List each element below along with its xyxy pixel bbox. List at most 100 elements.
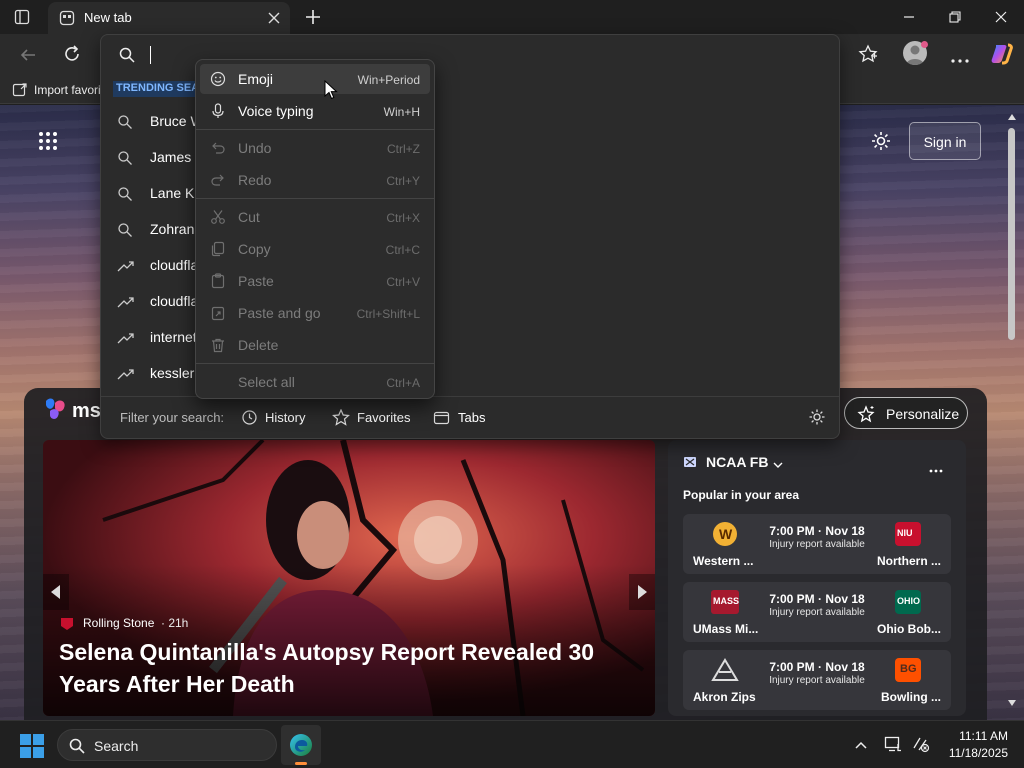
refresh-button[interactable] <box>62 44 82 64</box>
menu-item-label: Voice typing <box>238 103 314 119</box>
sports-more-icon[interactable] <box>929 460 943 473</box>
menu-item-voice-typing[interactable]: Voice typing Win+H <box>200 96 430 126</box>
menu-item-shortcut: Ctrl+Shift+L <box>356 307 420 321</box>
search-icon <box>118 46 136 64</box>
minimize-button[interactable] <box>886 0 932 34</box>
suggestion-label: internet <box>150 329 197 345</box>
menu-item-undo[interactable]: Undo Ctrl+Z <box>200 133 430 163</box>
active-app-indicator <box>295 762 307 765</box>
menu-item-select-all[interactable]: Select all Ctrl+A <box>200 367 430 397</box>
menu-item-label: Redo <box>238 172 272 188</box>
clock-date[interactable]: 11/18/2025 <box>940 746 1008 760</box>
chevron-down-icon[interactable] <box>772 457 784 468</box>
suggestion-item[interactable]: cloudfla <box>101 284 201 320</box>
msn-logo-icon[interactable] <box>44 397 70 421</box>
menu-separator <box>196 363 434 364</box>
redo-icon <box>210 172 226 188</box>
game-note: Injury report available <box>769 607 865 618</box>
filter-history-button[interactable]: History <box>241 407 307 429</box>
search-icon <box>117 150 133 166</box>
menu-item-paste[interactable]: Paste Ctrl+V <box>200 266 430 296</box>
filter-tabs-button[interactable]: Tabs <box>433 407 485 429</box>
search-settings-icon[interactable] <box>808 408 826 426</box>
restore-button[interactable] <box>932 0 978 34</box>
taskbar-search-box[interactable]: Search <box>57 729 277 761</box>
back-button[interactable] <box>18 45 38 65</box>
menu-item-label: Undo <box>238 140 272 156</box>
display-icon[interactable] <box>884 735 902 753</box>
game-note: Injury report available <box>769 675 865 686</box>
game-note: Injury report available <box>769 539 865 550</box>
personalize-button[interactable]: Personalize <box>844 397 968 429</box>
copilot-icon[interactable] <box>990 42 1014 66</box>
filter-favorites-label: Favorites <box>357 410 411 425</box>
more-options-icon[interactable] <box>950 51 970 63</box>
game-card[interactable]: BG 7:00 PM · Nov 18 Injury report availa… <box>683 650 951 710</box>
import-icon <box>12 82 28 98</box>
suggestion-item[interactable]: James F <box>101 140 204 176</box>
tab-new-tab[interactable]: New tab <box>48 2 290 34</box>
game-card[interactable]: W NIU 7:00 PM · Nov 18 Injury report ava… <box>683 514 951 574</box>
new-tab-icon <box>59 10 75 26</box>
sign-in-button[interactable]: Sign in <box>909 122 981 160</box>
source-logo-icon <box>60 617 74 631</box>
tab-actions-icon[interactable] <box>14 9 30 25</box>
favorites-button[interactable] <box>858 44 878 64</box>
context-menu: Emoji Win+Period Voice typing Win+H Undo… <box>195 59 435 399</box>
search-icon <box>68 737 86 755</box>
carousel-next-button[interactable] <box>629 574 655 610</box>
game-card[interactable]: MASS OHIO 7:00 PM · Nov 18 Injury report… <box>683 582 951 642</box>
search-icon <box>117 114 133 130</box>
suggestion-item[interactable]: Lane Ki <box>101 176 201 212</box>
suggestion-label: Zohran <box>150 221 195 237</box>
menu-item-copy[interactable]: Copy Ctrl+C <box>200 234 430 264</box>
home-team: UMass Mi... <box>693 622 759 636</box>
menu-separator <box>196 129 434 130</box>
suggestion-item[interactable]: Bruce W <box>101 104 204 140</box>
network-disconnected-icon[interactable] <box>912 735 930 753</box>
article-source[interactable]: Rolling Stone <box>83 616 154 630</box>
suggestion-item[interactable]: internet <box>101 320 201 356</box>
search-icon <box>117 222 133 238</box>
clock-time[interactable]: 11:11 AM <box>952 729 1008 743</box>
suggestion-label: cloudfla <box>150 293 199 309</box>
menu-item-shortcut: Ctrl+X <box>386 211 420 225</box>
filter-favorites-button[interactable]: Favorites <box>332 407 411 429</box>
tab-title: New tab <box>84 10 132 25</box>
close-window-button[interactable] <box>978 0 1024 34</box>
title-bar: New tab <box>0 0 1024 34</box>
menu-item-label: Paste and go <box>238 305 321 321</box>
taskbar: Search 11:11 AM 11/18/2025 <box>0 720 1024 768</box>
edge-taskbar-button[interactable] <box>281 725 321 765</box>
sign-in-label: Sign in <box>923 134 967 150</box>
menu-item-paste-and-go[interactable]: Paste and go Ctrl+Shift+L <box>200 298 430 328</box>
carousel-prev-button[interactable] <box>43 574 69 610</box>
new-tab-button[interactable] <box>304 8 322 26</box>
menu-item-delete[interactable]: Delete <box>200 330 430 360</box>
menu-item-cut[interactable]: Cut Ctrl+X <box>200 202 430 232</box>
menu-item-label: Cut <box>238 209 260 225</box>
page-settings-icon[interactable] <box>870 130 892 152</box>
menu-item-label: Select all <box>238 374 295 390</box>
article-headline[interactable]: Selena Quintanilla's Autopsy Report Reve… <box>59 636 619 700</box>
hero-article-card[interactable]: Rolling Stone · 21h Selena Quintanilla's… <box>43 440 655 716</box>
scrollbar-thumb[interactable] <box>1008 128 1015 340</box>
start-button-icon[interactable] <box>20 734 44 758</box>
menu-item-emoji[interactable]: Emoji Win+Period <box>200 64 430 94</box>
away-team: Bowling ... <box>881 690 941 704</box>
personalize-label: Personalize <box>886 406 960 422</box>
apps-launcher-icon[interactable] <box>38 131 58 151</box>
suggestion-item[interactable]: cloudfla <box>101 248 201 284</box>
menu-item-redo[interactable]: Redo Ctrl+Y <box>200 165 430 195</box>
star-icon <box>332 408 350 426</box>
league-title[interactable]: NCAA FB <box>706 454 768 470</box>
suggestion-item[interactable]: Zohran <box>101 212 201 248</box>
scissors-icon <box>210 209 226 225</box>
article-age: · 21h <box>161 616 189 630</box>
close-tab-icon[interactable] <box>267 11 281 25</box>
chevron-up-icon[interactable] <box>854 738 868 750</box>
trending-icon <box>117 258 135 274</box>
profile-badge <box>921 41 928 48</box>
game-time: 7:00 PM · Nov 18 <box>769 524 865 538</box>
suggestion-item[interactable]: kessler <box>101 356 201 392</box>
